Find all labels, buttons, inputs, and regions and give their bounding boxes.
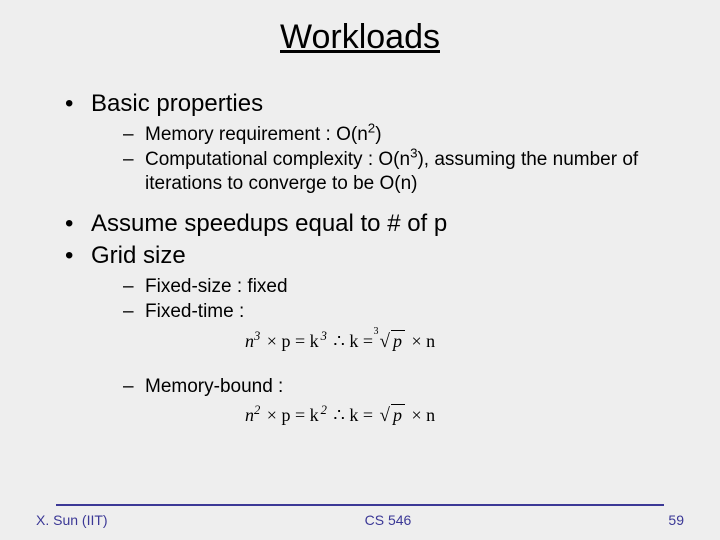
sub-memory-bound: Memory-bound : n2 × p = k2 ∴ k = √p × n xyxy=(123,375,685,429)
bullet-grid-size: Grid size Fixed-size : fixed Fixed-time … xyxy=(65,241,685,428)
equation-memory-bound: n2 × p = k2 ∴ k = √p × n xyxy=(145,404,685,428)
equation-fixed-time: n3 × p = k3 ∴ k = 3√p × n xyxy=(145,330,685,354)
op-times-p-eq-k: × p = k xyxy=(260,331,320,351)
var-n: n xyxy=(245,405,254,425)
text: Computational complexity : O(n xyxy=(145,149,410,170)
bullet-list: Basic properties Memory requirement : O(… xyxy=(35,89,685,428)
op-therefore: ∴ k = xyxy=(327,405,380,425)
op-therefore: ∴ k = xyxy=(327,331,380,351)
footer-page-number: 59 xyxy=(668,512,684,528)
text: Fixed-time : xyxy=(145,301,244,322)
text: Fixed-size : fixed xyxy=(145,276,288,297)
sub-memory-req: Memory requirement : O(n2) xyxy=(123,123,685,147)
bullet-text: Assume speedups equal to # of p xyxy=(91,210,447,237)
bullet-basic-properties: Basic properties Memory requirement : O(… xyxy=(65,89,685,195)
radicand: p xyxy=(391,330,405,351)
bullet-assume-speedups: Assume speedups equal to # of p xyxy=(65,209,685,239)
radical-icon: √ xyxy=(380,405,390,426)
square-root: √p xyxy=(380,404,405,428)
bullet-text: Basic properties xyxy=(91,90,263,117)
radical-icon: √ xyxy=(380,331,390,352)
text: Memory-bound : xyxy=(145,376,283,397)
footer-row: X. Sun (IIT) CS 546 59 xyxy=(28,512,692,528)
footer-course: CS 546 xyxy=(365,512,412,528)
radicand: p xyxy=(391,404,405,425)
op-times-n: × n xyxy=(405,405,437,425)
text: Memory requirement : O(n xyxy=(145,124,368,145)
sub-fixed-time: Fixed-time : n3 × p = k3 ∴ k = 3√p × n xyxy=(123,300,685,374)
op-times-n: × n xyxy=(405,331,437,351)
sub-fixed-size: Fixed-size : fixed xyxy=(123,275,685,299)
slide-title: Workloads xyxy=(35,18,685,57)
slide: Workloads Basic properties Memory requir… xyxy=(0,0,720,540)
sub-comp-complexity: Computational complexity : O(n3), assumi… xyxy=(123,148,685,196)
exp-2: 2 xyxy=(321,403,327,417)
footer-author: X. Sun (IIT) xyxy=(36,512,108,528)
spacer xyxy=(145,356,685,374)
bullet-text: Grid size xyxy=(91,242,186,269)
var-n: n xyxy=(245,331,254,351)
root-degree: 3 xyxy=(374,326,379,339)
exp-3: 3 xyxy=(321,329,327,343)
footer: X. Sun (IIT) CS 546 59 xyxy=(0,504,720,528)
text: ) xyxy=(375,124,381,145)
sub-list-basic: Memory requirement : O(n2) Computational… xyxy=(91,123,685,195)
sub-list-grid: Fixed-size : fixed Fixed-time : n 3 × p =… xyxy=(91,275,685,428)
footer-divider xyxy=(56,504,664,506)
cube-root: 3√p xyxy=(380,330,405,354)
op-times-p-eq-k: × p = k xyxy=(260,405,320,425)
